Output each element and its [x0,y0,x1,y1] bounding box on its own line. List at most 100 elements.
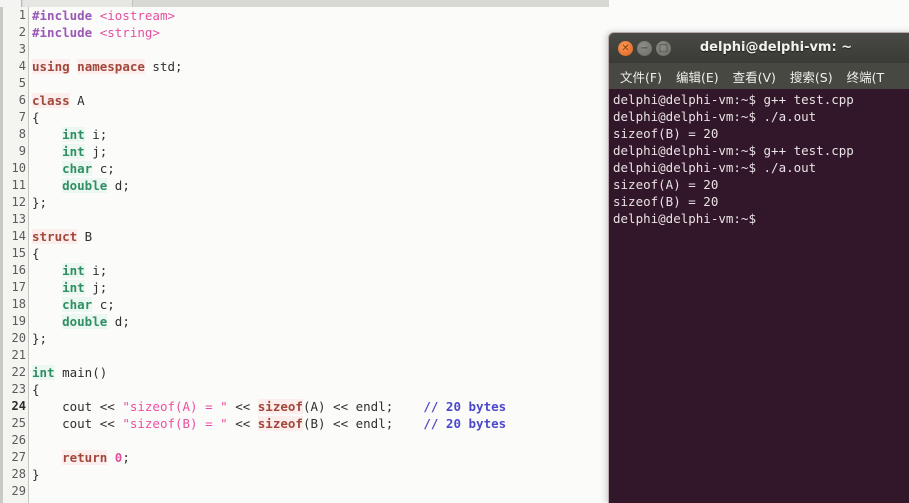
line-number: 26 [11,433,26,447]
code-token: { [32,110,40,125]
code-content[interactable]: 1 #include <iostream> 2 #include <string> 3 4… [0,7,609,503]
code-token: <iostream> [99,8,175,23]
code-line[interactable]: 6 class A [0,92,609,109]
code-line[interactable]: 17 int j; [0,279,609,296]
code-editor[interactable]: 1 #include <iostream> 2 #include <string> 3 4… [0,7,609,503]
line-number: 25 [11,416,26,430]
code-token: d; [107,314,130,329]
code-line[interactable]: 9 int j; [0,143,609,160]
code-line-text: cout << "sizeof(B) = " << sizeof(B) << e… [32,415,506,432]
line-number: 9 [18,144,26,158]
code-line[interactable]: 26 [0,432,609,449]
code-line[interactable]: 21 [0,347,609,364]
code-token: struct [32,229,78,244]
line-number: 7 [18,110,26,124]
code-line-text: }; [32,194,47,211]
code-token: (B) << endl; [302,416,394,431]
code-token: c; [92,297,115,312]
code-line[interactable]: 27 return 0; [0,449,609,466]
code-line-text: #include <string> [32,24,160,41]
code-token: double [62,178,108,193]
code-line[interactable]: 16 int i; [0,262,609,279]
code-line[interactable]: 4 using namespace std; [0,58,609,75]
line-number: 4 [18,59,26,73]
line-number: 16 [11,263,26,277]
editor-tab-strip [0,0,609,7]
terminal-menu-item-1[interactable]: 编辑(E) [669,65,726,88]
line-number: 17 [11,280,26,294]
line-number: 29 [11,484,26,498]
terminal-menu-item-0[interactable]: 文件(F) [613,65,669,88]
terminal-output[interactable]: delphi@delphi-vm:~$ g++ test.cpp delphi@d… [609,89,909,503]
line-number: 15 [11,246,26,260]
code-token: using [32,59,70,74]
code-line[interactable]: 24 cout << "sizeof(A) = " << sizeof(A) <… [0,398,609,415]
code-line[interactable]: 11 double d; [0,177,609,194]
line-number: 12 [11,195,26,209]
editor-tab-inactive[interactable] [0,0,22,7]
line-number: 5 [18,76,26,90]
code-line[interactable]: 5 [0,75,609,92]
code-token: std; [144,59,183,74]
code-token: { [32,246,40,261]
code-line-text: char c; [32,296,115,313]
code-line[interactable]: 1 #include <iostream> [0,7,609,24]
code-token: << [227,399,258,414]
code-line-text: double d; [32,313,130,330]
terminal-window[interactable]: ✕ − □ delphi@delphi-vm: ~ 文件(F) 编辑(E) 查看(V) 搜… [608,32,909,503]
editor-tab-active[interactable] [23,0,133,7]
code-token: c; [92,161,115,176]
code-line[interactable]: 12}; [0,194,609,211]
code-token: char [62,297,93,312]
code-line[interactable]: 2 #include <string> [0,24,609,41]
code-line[interactable]: 10 char c; [0,160,609,177]
code-line[interactable]: 25 cout << "sizeof(B) = " << sizeof(B) <… [0,415,609,432]
code-line[interactable]: 29 [0,483,609,500]
code-line[interactable]: 22 int main() [0,364,609,381]
code-token: namespace [77,59,145,74]
code-token: "sizeof(A) = " [122,399,228,414]
code-token: }; [32,331,48,346]
code-line[interactable]: 23 { [0,381,609,398]
code-line[interactable]: 28} [0,466,609,483]
terminal-line: delphi@delphi-vm:~$ g++ test.cpp [613,92,854,107]
code-line[interactable]: 8 int i; [0,126,609,143]
code-line[interactable]: 15 { [0,245,609,262]
code-token: } [32,467,40,482]
code-line[interactable]: 13 [0,211,609,228]
code-token: }; [32,195,48,210]
code-token: i; [84,263,108,278]
code-line[interactable]: 18 char c; [0,296,609,313]
code-line-text: cout << "sizeof(A) = " << sizeof(A) << e… [32,398,506,415]
code-line[interactable]: 14 struct B [0,228,609,245]
terminal-titlebar[interactable]: ✕ − □ delphi@delphi-vm: ~ [609,33,909,63]
line-number: 6 [18,93,26,107]
code-line-text: }; [32,330,47,347]
terminal-menu-item-3[interactable]: 搜索(S) [783,65,840,88]
terminal-menubar[interactable]: 文件(F) 编辑(E) 查看(V) 搜索(S) 终端(T [609,63,909,89]
code-line[interactable]: 19 double d; [0,313,609,330]
code-line[interactable]: 20}; [0,330,609,347]
code-token: int [62,263,85,278]
code-line[interactable]: 7{ [0,109,609,126]
line-number: 14 [11,229,26,243]
line-number: 24 [11,399,26,413]
code-line[interactable]: 3 [0,41,609,58]
line-number: 21 [11,348,26,362]
code-line-text: { [32,245,40,262]
line-number: 22 [11,365,26,379]
line-number: 23 [11,382,26,396]
code-token: "sizeof(B) = " [122,416,228,431]
code-line-text: class A [32,92,85,109]
terminal-menu-item-2[interactable]: 查看(V) [726,65,783,88]
terminal-menu-item-4[interactable]: 终端(T [840,65,892,88]
